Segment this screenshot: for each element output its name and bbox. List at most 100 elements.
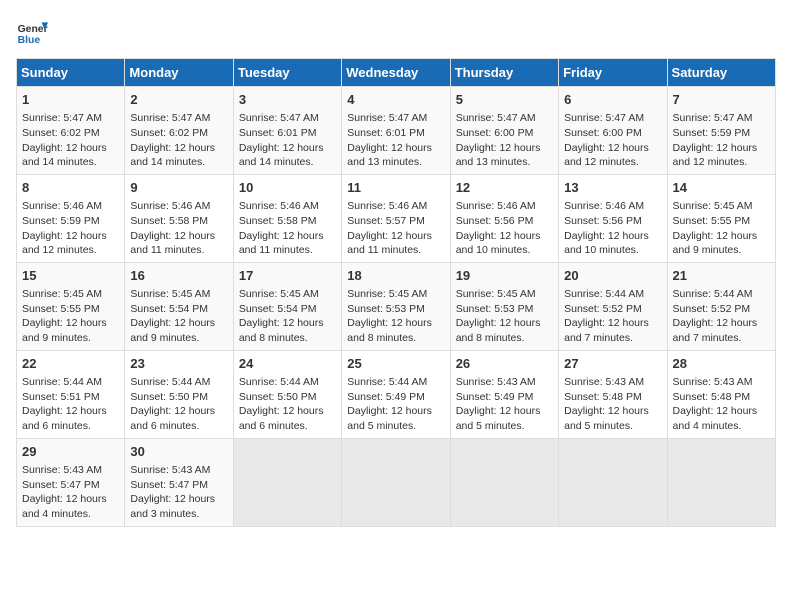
- calendar-cell: 20Sunrise: 5:44 AMSunset: 5:52 PMDayligh…: [559, 262, 667, 350]
- calendar-cell: [233, 438, 341, 526]
- sunrise: Sunrise: 5:45 AM: [456, 288, 536, 300]
- daylight: Daylight: 12 hours and 13 minutes.: [456, 142, 541, 169]
- sunrise: Sunrise: 5:43 AM: [22, 464, 102, 476]
- daylight: Daylight: 12 hours and 6 minutes.: [239, 405, 324, 432]
- calendar-cell: [559, 438, 667, 526]
- daylight: Daylight: 12 hours and 12 minutes.: [22, 230, 107, 257]
- sunrise: Sunrise: 5:47 AM: [673, 112, 753, 124]
- day-header-thursday: Thursday: [450, 59, 558, 87]
- day-number: 26: [456, 355, 553, 373]
- sunrise: Sunrise: 5:43 AM: [130, 464, 210, 476]
- sunset: Sunset: 5:49 PM: [347, 391, 425, 403]
- sunset: Sunset: 5:59 PM: [673, 127, 751, 139]
- daylight: Daylight: 12 hours and 12 minutes.: [564, 142, 649, 169]
- calendar-cell: 26Sunrise: 5:43 AMSunset: 5:49 PMDayligh…: [450, 350, 558, 438]
- calendar-week-2: 8Sunrise: 5:46 AMSunset: 5:59 PMDaylight…: [17, 174, 776, 262]
- sunrise: Sunrise: 5:46 AM: [564, 200, 644, 212]
- daylight: Daylight: 12 hours and 3 minutes.: [130, 493, 215, 520]
- calendar-cell: 17Sunrise: 5:45 AMSunset: 5:54 PMDayligh…: [233, 262, 341, 350]
- sunset: Sunset: 5:57 PM: [347, 215, 425, 227]
- calendar-cell: 27Sunrise: 5:43 AMSunset: 5:48 PMDayligh…: [559, 350, 667, 438]
- sunset: Sunset: 5:56 PM: [456, 215, 534, 227]
- calendar-week-5: 29 Sunrise: 5:43 AM Sunset: 5:47 PM Dayligh…: [17, 438, 776, 526]
- sunrise: Sunrise: 5:46 AM: [347, 200, 427, 212]
- sunset: Sunset: 5:53 PM: [456, 303, 534, 315]
- sunset: Sunset: 5:56 PM: [564, 215, 642, 227]
- day-number: 12: [456, 179, 553, 197]
- sunrise: Sunrise: 5:43 AM: [564, 376, 644, 388]
- sunrise: Sunrise: 5:47 AM: [130, 112, 210, 124]
- daylight: Daylight: 12 hours and 11 minutes.: [130, 230, 215, 257]
- daylight: Daylight: 12 hours and 4 minutes.: [22, 493, 107, 520]
- sunset: Sunset: 6:01 PM: [347, 127, 425, 139]
- sunset: Sunset: 5:50 PM: [239, 391, 317, 403]
- day-number: 25: [347, 355, 444, 373]
- day-number: 11: [347, 179, 444, 197]
- daylight: Daylight: 12 hours and 9 minutes.: [22, 317, 107, 344]
- day-number: 16: [130, 267, 227, 285]
- calendar-cell: 18Sunrise: 5:45 AMSunset: 5:53 PMDayligh…: [342, 262, 450, 350]
- sunset: Sunset: 6:00 PM: [456, 127, 534, 139]
- calendar-cell: 23Sunrise: 5:44 AMSunset: 5:50 PMDayligh…: [125, 350, 233, 438]
- day-number: 8: [22, 179, 119, 197]
- daylight: Daylight: 12 hours and 10 minutes.: [456, 230, 541, 257]
- daylight: Daylight: 12 hours and 11 minutes.: [239, 230, 324, 257]
- daylight: Daylight: 12 hours and 14 minutes.: [22, 142, 107, 169]
- sunrise: Sunrise: 5:44 AM: [22, 376, 102, 388]
- day-header-saturday: Saturday: [667, 59, 775, 87]
- daylight: Daylight: 12 hours and 10 minutes.: [564, 230, 649, 257]
- calendar-cell: 4Sunrise: 5:47 AMSunset: 6:01 PMDaylight…: [342, 87, 450, 175]
- calendar-cell: 7Sunrise: 5:47 AMSunset: 5:59 PMDaylight…: [667, 87, 775, 175]
- calendar-cell: [667, 438, 775, 526]
- sunrise: Sunrise: 5:43 AM: [456, 376, 536, 388]
- sunset: Sunset: 6:01 PM: [239, 127, 317, 139]
- day-header-friday: Friday: [559, 59, 667, 87]
- sunrise: Sunrise: 5:45 AM: [130, 288, 210, 300]
- day-number: 28: [673, 355, 770, 373]
- sunset: Sunset: 5:58 PM: [130, 215, 208, 227]
- calendar-cell: 24Sunrise: 5:44 AMSunset: 5:50 PMDayligh…: [233, 350, 341, 438]
- daylight: Daylight: 12 hours and 9 minutes.: [673, 230, 758, 257]
- day-number: 9: [130, 179, 227, 197]
- day-number: 23: [130, 355, 227, 373]
- calendar-cell: 11 Sunrise: 5:46 AM Sunset: 5:57 PM Dayligh…: [342, 174, 450, 262]
- day-number: 2: [130, 91, 227, 109]
- daylight: Daylight: 12 hours and 6 minutes.: [22, 405, 107, 432]
- sunrise: Sunrise: 5:46 AM: [22, 200, 102, 212]
- sunset: Sunset: 5:47 PM: [22, 479, 100, 491]
- day-number: 29: [22, 443, 119, 461]
- sunset: Sunset: 5:48 PM: [564, 391, 642, 403]
- day-number: 30: [130, 443, 227, 461]
- sunset: Sunset: 5:51 PM: [22, 391, 100, 403]
- calendar-cell: 12 Sunrise: 5:46 AM Sunset: 5:56 PM Dayligh…: [450, 174, 558, 262]
- daylight: Daylight: 12 hours and 13 minutes.: [347, 142, 432, 169]
- daylight: Daylight: 12 hours and 11 minutes.: [347, 230, 432, 257]
- calendar-body: 1Sunrise: 5:47 AMSunset: 6:02 PMDaylight…: [17, 87, 776, 527]
- sunrise: Sunrise: 5:44 AM: [130, 376, 210, 388]
- logo: General Blue: [16, 16, 48, 48]
- sunrise: Sunrise: 5:47 AM: [239, 112, 319, 124]
- daylight: Daylight: 12 hours and 14 minutes.: [130, 142, 215, 169]
- day-header-sunday: Sunday: [17, 59, 125, 87]
- logo-icon: General Blue: [16, 16, 48, 48]
- sunset: Sunset: 5:53 PM: [347, 303, 425, 315]
- sunrise: Sunrise: 5:45 AM: [347, 288, 427, 300]
- sunrise: Sunrise: 5:44 AM: [564, 288, 644, 300]
- calendar-cell: 21Sunrise: 5:44 AMSunset: 5:52 PMDayligh…: [667, 262, 775, 350]
- daylight: Daylight: 12 hours and 7 minutes.: [564, 317, 649, 344]
- calendar-table: SundayMondayTuesdayWednesdayThursdayFrid…: [16, 58, 776, 527]
- sunrise: Sunrise: 5:46 AM: [130, 200, 210, 212]
- svg-text:Blue: Blue: [18, 35, 41, 46]
- sunset: Sunset: 5:54 PM: [239, 303, 317, 315]
- day-number: 4: [347, 91, 444, 109]
- sunrise: Sunrise: 5:44 AM: [347, 376, 427, 388]
- sunrise: Sunrise: 5:44 AM: [673, 288, 753, 300]
- sunrise: Sunrise: 5:46 AM: [456, 200, 536, 212]
- sunrise: Sunrise: 5:47 AM: [22, 112, 102, 124]
- calendar-cell: 10Sunrise: 5:46 AMSunset: 5:58 PMDayligh…: [233, 174, 341, 262]
- calendar-cell: 25Sunrise: 5:44 AMSunset: 5:49 PMDayligh…: [342, 350, 450, 438]
- calendar-cell: 1Sunrise: 5:47 AMSunset: 6:02 PMDaylight…: [17, 87, 125, 175]
- day-number: 19: [456, 267, 553, 285]
- calendar-cell: 30 Sunrise: 5:43 AM Sunset: 5:47 PM Dayligh…: [125, 438, 233, 526]
- sunset: Sunset: 5:47 PM: [130, 479, 208, 491]
